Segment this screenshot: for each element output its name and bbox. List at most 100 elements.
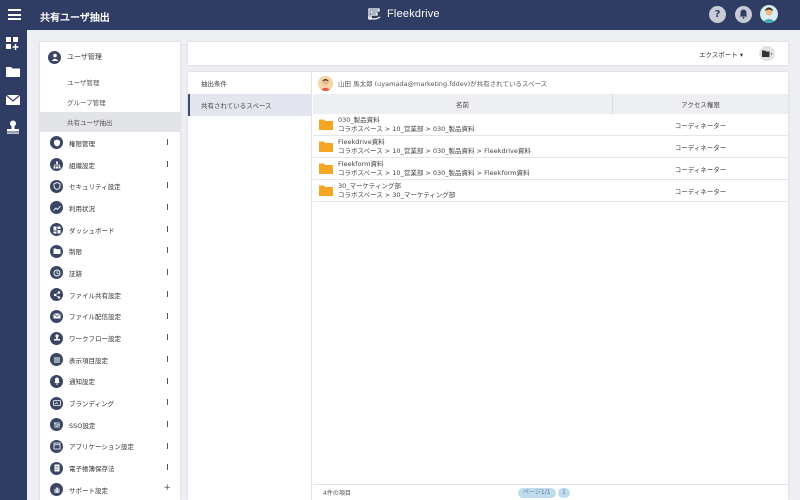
table-row[interactable]: Fleekform資料 コラボスペース > 10_営業部 > 030_製品資料 … [313,158,788,180]
list-icon [50,353,63,367]
sliders-icon [50,418,63,432]
main-area: エクスポート ▾ 抽出条件 共有されているスペース 山田 馬太郎 (uyamad… [188,42,788,500]
shield-check-icon [50,136,63,150]
row-path: コラボスペース > 30_マーケティング部 [338,190,456,199]
column-header-access[interactable]: アクセス権限 [613,94,788,114]
menu-item-label: ダッシュボード [69,226,115,235]
column-header-name[interactable]: 名前 [313,94,613,114]
user-avatar [318,75,333,91]
row-access: コーディネーター [674,143,727,152]
expand-icon [167,139,168,145]
menu-item-label: 利用状況 [69,204,95,213]
menu-item-audit-trail[interactable]: 証跡 [40,262,180,284]
menu-item-dashboard[interactable]: ダッシュボード [40,219,180,241]
menu-sub-user-management[interactable]: ユーザ管理 [40,72,180,92]
expand-icon [167,160,168,167]
expand-icon [167,355,168,362]
settings-menu: ユーザ管理 ユーザ管理 グループ管理 共有ユーザ抽出 権限管理 組織設定 セキュ… [40,42,180,500]
row-name[interactable]: Fleekdrive資料 [338,138,613,147]
menu-sub-group-management[interactable]: グループ管理 [40,92,180,112]
menu-item-usage[interactable]: 利用状況 [40,197,180,219]
menu-section-label: ユーザ管理 [67,53,102,61]
menu-item-security[interactable]: セキュリティ設定 [40,175,180,197]
expand-icon [167,399,168,406]
row-access: コーディネーター [674,187,727,196]
menu-item-label: アプリケーション設定 [69,443,134,452]
expand-icon [167,182,168,189]
menu-item-label: SSO設定 [69,421,96,430]
folder-icon [319,141,333,152]
folder-icon [319,185,333,196]
row-name-cell: Fleekdrive資料 コラボスペース > 10_営業部 > 030_製品資料… [338,138,613,155]
menu-item-label: サポート設定 [69,486,108,495]
row-name[interactable]: 30_マーケティング部 [338,182,613,191]
menu-item-branding[interactable]: ブランディング [40,392,180,414]
menu-item-workflow[interactable]: ワークフロー設定 [40,327,180,349]
table-row[interactable]: 030_製品資料 コラボスペース > 10_営業部 > 030_製品資料 コーデ… [313,114,788,136]
folder-icon [319,163,333,174]
stamp-icon [50,331,63,345]
help-icon[interactable]: ? [709,6,726,23]
row-access: コーディネーター [674,165,727,174]
hand-icon [50,483,63,497]
app-rail [0,30,27,500]
menu-item-label: 証跡 [69,269,82,278]
table-row[interactable]: Fleekdrive資料 コラボスペース > 10_営業部 > 030_製品資料… [313,136,788,158]
menu-item-label: 制限 [69,248,82,257]
menu-item-file-sharing[interactable]: ファイル共有設定 [40,284,180,306]
row-name-cell: Fleekform資料 コラボスペース > 10_営業部 > 030_製品資料 … [338,160,613,177]
expand-icon [167,442,168,449]
menu-item-file-delivery[interactable]: ファイル配信設定 [40,306,180,328]
mail-icon [50,309,63,323]
page-number-button[interactable]: 1 [558,488,570,498]
expand-icon [167,420,168,427]
menu-item-label: 組織設定 [69,161,95,170]
expand-icon [167,204,168,211]
folder-icon [319,119,333,130]
table-row[interactable]: 30_マーケティング部 コラボスペース > 30_マーケティング部 コーディネー… [313,180,788,202]
document-icon [50,461,63,475]
row-name[interactable]: 030_製品資料 [338,116,613,125]
menu-item-limits[interactable]: 制限 [40,240,180,262]
tab-shared-spaces[interactable]: 共有されているスペース [188,94,311,116]
folder-menu-button[interactable] [759,46,775,61]
table-footer: 4件の項目 ページ1/1 1 [313,484,788,500]
expand-icon [167,247,168,254]
branding-icon [50,396,63,410]
expand-icon [167,334,168,341]
menu-item-app-settings[interactable]: アプリケーション設定 [40,436,180,458]
content-card: 抽出条件 共有されているスペース 山田 馬太郎 (uyamada@marketi… [188,72,788,500]
top-bar: 共有ユーザ抽出 Fleekdrive ? [0,0,800,30]
fleekdrive-logo-icon [367,8,381,20]
folder-icon[interactable] [6,65,20,79]
row-path: コラボスペース > 10_営業部 > 030_製品資料 > Fleekform資… [338,168,530,177]
mail-icon[interactable] [6,93,20,107]
tab-extract-conditions[interactable]: 抽出条件 [188,72,311,94]
menu-item-label: ブランディング [69,400,115,409]
export-button[interactable]: エクスポート ▾ [699,49,743,59]
shared-spaces-panel: 山田 馬太郎 (uyamada@marketing.fddev)が共有されている… [313,72,788,500]
org-chart-icon [50,158,63,172]
menu-item-support[interactable]: サポート設定 + [40,479,180,500]
menu-section-users[interactable]: ユーザ管理 [40,42,180,72]
menu-item-notifications[interactable]: 通知設定 [40,371,180,393]
menu-item-e-book-storage[interactable]: 電子帳簿保存法 [40,457,180,479]
apps-add-icon[interactable] [6,37,20,51]
notification-bell-icon[interactable] [735,6,752,23]
menu-item-organization[interactable]: 組織設定 [40,154,180,176]
expand-icon [167,377,168,384]
menu-sub-shared-user-extract[interactable]: 共有ユーザ抽出 [40,112,180,132]
menu-item-permissions[interactable]: 権限管理 [40,132,180,154]
user-avatar[interactable] [760,5,778,23]
menu-item-label: 通知設定 [69,378,95,387]
menu-item-sso[interactable]: SSO設定 [40,414,180,436]
row-name[interactable]: Fleekform資料 [338,160,613,169]
row-name-cell: 30_マーケティング部 コラボスペース > 30_マーケティング部 [338,182,613,199]
menu-item-display-fields[interactable]: 表示項目設定 [40,349,180,371]
app-window-icon [50,439,63,453]
toolbar: エクスポート ▾ [188,42,788,65]
stamp-icon[interactable] [6,120,20,134]
hamburger-menu-icon[interactable] [8,9,21,20]
brand-name: Fleekdrive [387,8,440,20]
menu-item-label: セキュリティ設定 [69,183,121,192]
